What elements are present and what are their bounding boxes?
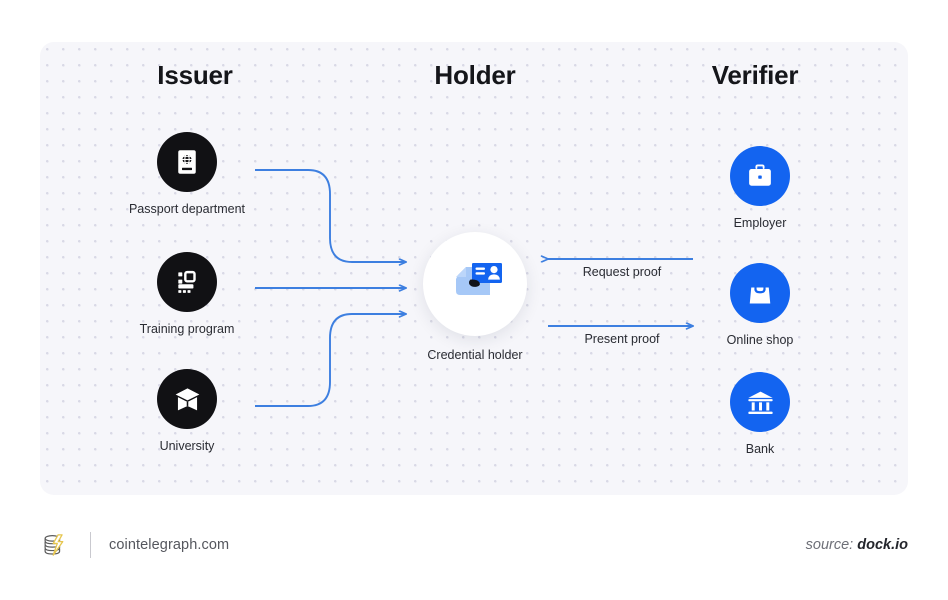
issuer-label: Passport department [128, 202, 246, 216]
verifier-node-employer[interactable]: Employer [675, 146, 845, 230]
shopping-bag-icon [749, 281, 771, 304]
issuer-icon-circle [157, 252, 217, 312]
passport-icon [178, 150, 196, 174]
issuer-node-passport-department[interactable]: Passport department [102, 132, 272, 216]
verifier-label: Online shop [726, 333, 794, 347]
screenshot-root: Issuer Holder Verifier Passport departme… [0, 0, 948, 600]
briefcase-icon [749, 164, 771, 186]
footer-url[interactable]: cointelegraph.com [109, 537, 229, 553]
column-heading-issuer: Issuer [157, 60, 233, 90]
footer-source: source: dock.io [806, 537, 908, 553]
verifier-label: Bank [745, 442, 775, 456]
issuer-node-training-program[interactable]: Training program [102, 252, 272, 336]
verifier-node-online-shop[interactable]: Online shop [675, 263, 845, 347]
hand-holding-id-card-icon [456, 263, 502, 295]
footer-divider [90, 532, 91, 558]
issuer-label: University [159, 439, 215, 453]
footer-source-prefix: source: [805, 537, 858, 553]
column-heading-verifier: Verifier [711, 60, 799, 90]
sitemap-icon [177, 270, 196, 293]
verifier-label: Employer [733, 216, 787, 230]
footer-source-name: dock.io [857, 537, 908, 553]
verifier-icon-circle [730, 372, 790, 432]
cointelegraph-logo [44, 534, 64, 556]
issuer-label: Training program [139, 322, 235, 336]
verifier-icon-circle [730, 263, 790, 323]
verifier-node-bank[interactable]: Bank [675, 372, 845, 456]
column-heading-holder: Holder [434, 60, 516, 90]
footer-brand: cointelegraph.com [40, 530, 229, 560]
bank-icon [747, 391, 773, 414]
diagram-panel: Issuer Holder Verifier Passport departme… [40, 42, 908, 495]
issuer-node-university[interactable]: University [102, 369, 272, 453]
holder-label: Credential holder [427, 348, 523, 362]
issuer-icon-circle [157, 132, 217, 192]
verifier-icon-circle [730, 146, 790, 206]
graduation-cap-icon [175, 387, 199, 410]
footer: cointelegraph.com source: dock.io [40, 520, 908, 570]
holder-icon-circle [423, 232, 527, 336]
issuer-icon-circle [157, 369, 217, 429]
